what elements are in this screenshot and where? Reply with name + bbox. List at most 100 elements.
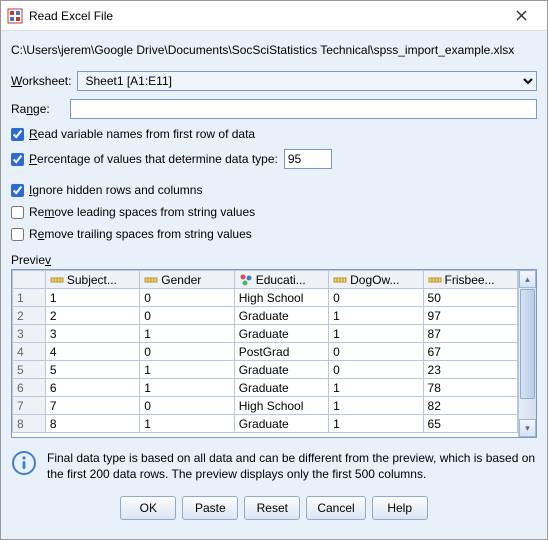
cell: 1 [140,415,234,433]
dialog-window: Read Excel File C:\Users\jerem\Google Dr… [0,0,548,540]
cell: 23 [423,361,517,379]
col-header[interactable]: Educati... [234,271,328,289]
cell: 1 [140,325,234,343]
preview-label: Previev [11,253,537,267]
cancel-button[interactable]: Cancel [306,496,365,520]
remove-leading-checkbox[interactable] [11,206,24,219]
preview-scrollbar[interactable]: ▴ ▾ [518,270,536,437]
button-row: OK Paste Reset Cancel Help [11,496,537,520]
table-row[interactable]: 551Graduate023 [13,361,518,379]
remove-leading-label: Remove leading spaces from string values [29,205,255,219]
opt-remove-trailing: Remove trailing spaces from string value… [11,227,537,241]
cell: 5 [45,361,139,379]
help-button[interactable]: Help [372,496,428,520]
cell: 1 [140,361,234,379]
range-label: Range: [11,102,50,116]
col-header[interactable]: Subject... [45,271,139,289]
scroll-down-button[interactable]: ▾ [519,419,536,437]
remove-trailing-label: Remove trailing spaces from string value… [29,227,252,241]
worksheet-label: Worksheet: [11,74,71,88]
preview-grid[interactable]: Subject... Gender Educati... DogOw... [12,270,518,437]
cell: 65 [423,415,517,433]
col-header[interactable]: DogOw... [329,271,423,289]
opt-pct-types: Percentage of values that determine data… [11,149,537,169]
file-path: C:\Users\jerem\Google Drive\Documents\So… [11,43,537,57]
cell: PostGrad [234,343,328,361]
range-input[interactable] [70,99,537,119]
scroll-track[interactable] [519,400,536,419]
table-row[interactable]: 770High School182 [13,397,518,415]
row-number: 4 [13,343,46,361]
opt-ignore-hidden: Ignore hidden rows and columns [11,183,537,197]
cell: 6 [45,379,139,397]
info-icon [11,450,37,476]
cell: 8 [45,415,139,433]
ruler-icon [333,273,347,287]
cell: Graduate [234,379,328,397]
cell: 0 [140,289,234,307]
cell: 1 [45,289,139,307]
cell: 0 [140,307,234,325]
info-row: Final data type is based on all data and… [11,450,537,482]
table-row[interactable]: 661Graduate178 [13,379,518,397]
cell: 1 [329,325,423,343]
ruler-icon [50,273,64,287]
cell: 1 [329,397,423,415]
pct-types-input[interactable] [284,149,332,169]
table-row[interactable]: 331Graduate187 [13,325,518,343]
opt-read-varnames: Read variable names from first row of da… [11,127,537,141]
cell: 7 [45,397,139,415]
titlebar: Read Excel File [1,1,547,31]
cell: 78 [423,379,517,397]
cell: 4 [45,343,139,361]
col-header[interactable]: Gender [140,271,234,289]
row-number: 6 [13,379,46,397]
ok-button[interactable]: OK [120,496,176,520]
cell: 0 [329,361,423,379]
cell: 3 [45,325,139,343]
worksheet-row: Worksheet: Sheet1 [A1:E11] [11,71,537,91]
table-row[interactable]: 440PostGrad067 [13,343,518,361]
scroll-up-button[interactable]: ▴ [519,270,536,288]
info-text: Final data type is based on all data and… [47,450,537,482]
paste-button[interactable]: Paste [182,496,238,520]
cell: 87 [423,325,517,343]
remove-trailing-checkbox[interactable] [11,228,24,241]
worksheet-select[interactable]: Sheet1 [A1:E11] [77,71,537,91]
table-row[interactable]: 110High School050 [13,289,518,307]
cell: Graduate [234,361,328,379]
row-number: 5 [13,361,46,379]
cell: 1 [329,415,423,433]
spss-app-icon [7,8,23,24]
cell: Graduate [234,325,328,343]
table-row[interactable]: 881Graduate165 [13,415,518,433]
reset-button[interactable]: Reset [244,496,300,520]
cell: Graduate [234,307,328,325]
opt-remove-leading: Remove leading spaces from string values [11,205,537,219]
cell: 97 [423,307,517,325]
ruler-icon [144,273,158,287]
preview-table: Subject... Gender Educati... DogOw... [12,270,518,433]
cell: High School [234,397,328,415]
table-row[interactable]: 220Graduate197 [13,307,518,325]
row-number: 3 [13,325,46,343]
cell: 67 [423,343,517,361]
row-number: 1 [13,289,46,307]
close-button[interactable] [501,2,541,30]
row-number: 7 [13,397,46,415]
cell: High School [234,289,328,307]
scroll-thumb[interactable] [520,289,535,399]
dialog-content: C:\Users\jerem\Google Drive\Documents\So… [1,31,547,539]
cell: 2 [45,307,139,325]
cell: Graduate [234,415,328,433]
read-varnames-label: Read variable names from first row of da… [29,127,255,141]
cell: 0 [329,289,423,307]
row-number: 8 [13,415,46,433]
cell: 0 [140,397,234,415]
ignore-hidden-checkbox[interactable] [11,184,24,197]
col-header[interactable]: Frisbee... [423,271,517,289]
read-varnames-checkbox[interactable] [11,128,24,141]
pct-types-checkbox[interactable] [11,153,24,166]
cell: 50 [423,289,517,307]
cell: 1 [140,379,234,397]
